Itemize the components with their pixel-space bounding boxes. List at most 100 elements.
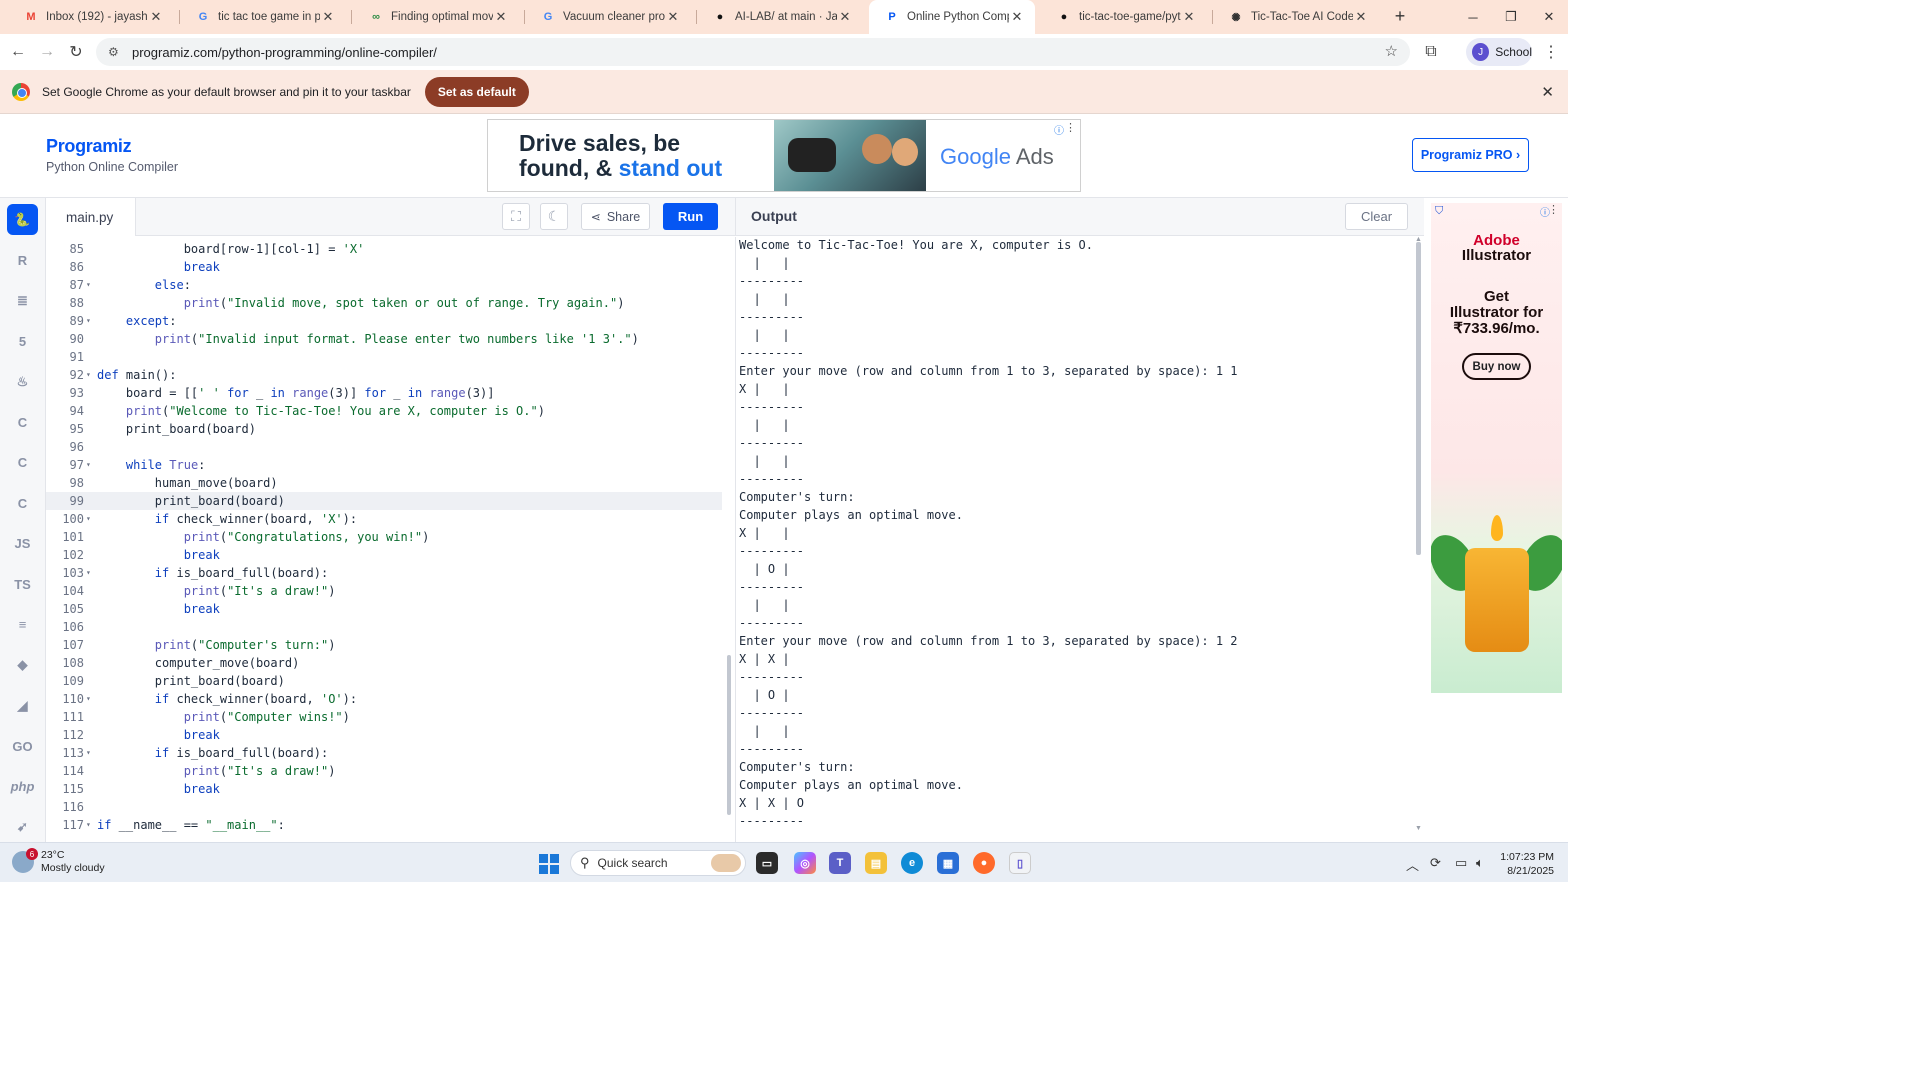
language-cpp-icon[interactable]: C [7,447,38,478]
code-line[interactable]: 92 ▾ def main(): [46,366,722,384]
code-line[interactable]: 99 print_board(board) [46,492,722,510]
browser-tab[interactable]: G Vacuum cleaner problem i✕ [525,0,691,34]
language-swift-icon[interactable]: ➹ [7,812,38,843]
volume-icon[interactable]: 🔈︎ [1476,855,1484,871]
fold-toggle-icon[interactable]: ▾ [86,366,94,384]
back-icon[interactable]: ← [7,41,29,63]
tab-close-icon[interactable]: ✕ [320,9,336,25]
tab-close-icon[interactable]: ✕ [837,9,853,25]
run-button[interactable]: Run [663,203,718,230]
code-line[interactable]: 108 computer_move(board) [46,654,722,672]
tab-close-icon[interactable]: ✕ [148,9,164,25]
language-ts-icon[interactable]: TS [7,569,38,600]
code-line[interactable]: 89 ▾ except: [46,312,722,330]
tab-close-icon[interactable]: ✕ [1181,9,1197,25]
code-line[interactable]: 91 [46,348,722,366]
editor-scrollbar[interactable] [727,655,731,815]
tab-close-icon[interactable]: ✕ [493,9,509,25]
language-python-icon[interactable]: 🐍 [7,204,38,235]
ad-banner[interactable]: Drive sales, be found, & stand out Googl… [487,119,1081,192]
language-rust-icon[interactable]: ◢ [7,690,38,721]
ad-info-icon[interactable]: ⓘ [1054,122,1064,137]
task-view-icon[interactable]: ▭ [756,852,778,874]
browser-tab[interactable]: Gtic tac toe game in python✕ [180,0,346,34]
address-bar[interactable]: ⚙ programiz.com/python-programming/onlin… [96,38,1410,66]
store-icon[interactable]: ▦ [937,852,959,874]
forward-icon[interactable]: → [36,41,58,63]
fold-toggle-icon[interactable]: ▾ [86,564,94,582]
code-line[interactable]: 95 print_board(board) [46,420,722,438]
code-line[interactable]: 106 [46,618,722,636]
buy-now-button[interactable]: Buy now [1462,353,1531,380]
language-swift-alt-icon[interactable]: ◆ [7,650,38,681]
restore-window-button[interactable]: ❐ [1492,0,1530,34]
bookmark-star-icon[interactable]: ☆ [1385,42,1398,60]
code-line[interactable]: 93 board = [[' ' for _ in range(3)] for … [46,384,722,402]
fold-toggle-icon[interactable]: ▾ [86,312,94,330]
address-url[interactable]: programiz.com/python-programming/online-… [132,45,437,60]
browser-tab[interactable]: ● tic-tac-toe-game/python_✕ [1041,0,1207,34]
side-ad[interactable]: ⛉ ⓘ ⋮ Adobe Illustrator Get Illustrator fo… [1431,203,1562,693]
weather-widget[interactable]: 6 23°C Mostly cloudy [12,848,105,875]
tab-close-icon[interactable]: ✕ [1353,9,1369,25]
share-button[interactable]: ⋖ Share [581,203,650,230]
code-line[interactable]: 94 print("Welcome to Tic-Tac-Toe! You ar… [46,402,722,420]
sync-icon[interactable]: ⟳ [1430,855,1441,871]
clear-button[interactable]: Clear [1345,203,1408,230]
language-java-icon[interactable]: ♨ [7,366,38,397]
language-kotlin-icon[interactable]: ≡ [7,609,38,640]
dark-mode-icon[interactable]: ☾ [540,203,568,230]
taskbar-search[interactable]: ⚲ Quick search [570,850,746,876]
browser-tab[interactable]: M Inbox (192) - jayashreetara✕ [8,0,174,34]
code-line[interactable]: 107 print("Computer's turn:") [46,636,722,654]
language-sql-icon[interactable]: ≣ [7,285,38,316]
code-line[interactable]: 117 ▾ if __name__ == "__main__": [46,816,722,834]
new-tab-button[interactable]: + [1390,6,1410,26]
language-html-icon[interactable]: 5 [7,326,38,357]
file-explorer-icon[interactable]: ▤ [865,852,887,874]
code-line[interactable]: 86 break [46,258,722,276]
code-line[interactable]: 112 break [46,726,722,744]
code-line[interactable]: 110 ▾ if check_winner(board, 'O'): [46,690,722,708]
tab-close-icon[interactable]: ✕ [1009,9,1025,25]
reload-icon[interactable]: ↻ [65,41,87,63]
windows-start-icon[interactable] [539,854,559,874]
fullscreen-icon[interactable]: ⛶ [502,203,530,230]
infobar-close-icon[interactable]: ✕ [1541,83,1554,101]
code-line[interactable]: 116 [46,798,722,816]
code-editor[interactable]: 85 board[row-1][col-1] = 'X' 86 break 87 ▾ … [46,237,735,842]
browser-tab[interactable]: ∞ Finding optimal move in T✕ [353,0,519,34]
minimize-window-button[interactable]: ─ [1454,0,1492,34]
cast-icon[interactable]: ⧉ [1420,41,1442,63]
code-line[interactable]: 85 board[row-1][col-1] = 'X' [46,240,722,258]
code-line[interactable]: 97 ▾ while True: [46,456,722,474]
code-line[interactable]: 88 print("Invalid move, spot taken or ou… [46,294,722,312]
code-line[interactable]: 90 print("Invalid input format. Please e… [46,330,722,348]
fold-toggle-icon[interactable]: ▾ [86,816,94,834]
code-line[interactable]: 115 break [46,780,722,798]
code-line[interactable]: 102 break [46,546,722,564]
programiz-pro-button[interactable]: Programiz PRO › [1412,138,1529,172]
output-scrollbar[interactable] [1416,242,1421,555]
output-console[interactable]: Welcome to Tic-Tac-Toe! You are X, compu… [735,237,1415,842]
profile-button[interactable]: J School [1466,38,1532,66]
tray-chevron-icon[interactable]: ︿ [1406,855,1419,874]
language-js-icon[interactable]: JS [7,528,38,559]
code-line[interactable]: 109 print_board(board) [46,672,722,690]
network-icon[interactable]: ▭ [1455,855,1467,871]
code-line[interactable]: 105 break [46,600,722,618]
file-tab-main-py[interactable]: main.py [46,198,136,236]
set-as-default-button[interactable]: Set as default [424,76,529,107]
browser-tab[interactable]: P Online Python Compiler (In✕ [869,0,1035,34]
code-line[interactable]: 103 ▾ if is_board_full(board): [46,564,722,582]
browser-tab[interactable]: ● AI-LAB/ at main · Jayashre✕ [697,0,863,34]
chrome-taskbar-icon[interactable]: ▯ [1009,852,1031,874]
code-line[interactable]: 114 print("It's a draw!") [46,762,722,780]
copilot-icon[interactable]: ◎ [794,852,816,874]
language-csharp-icon[interactable]: C [7,488,38,519]
code-line[interactable]: 104 print("It's a draw!") [46,582,722,600]
chrome-menu-icon[interactable]: ⋮ [1540,41,1562,63]
code-line[interactable]: 111 print("Computer wins!") [46,708,722,726]
fold-toggle-icon[interactable]: ▾ [86,456,94,474]
code-line[interactable]: 101 print("Congratulations, you win!") [46,528,722,546]
